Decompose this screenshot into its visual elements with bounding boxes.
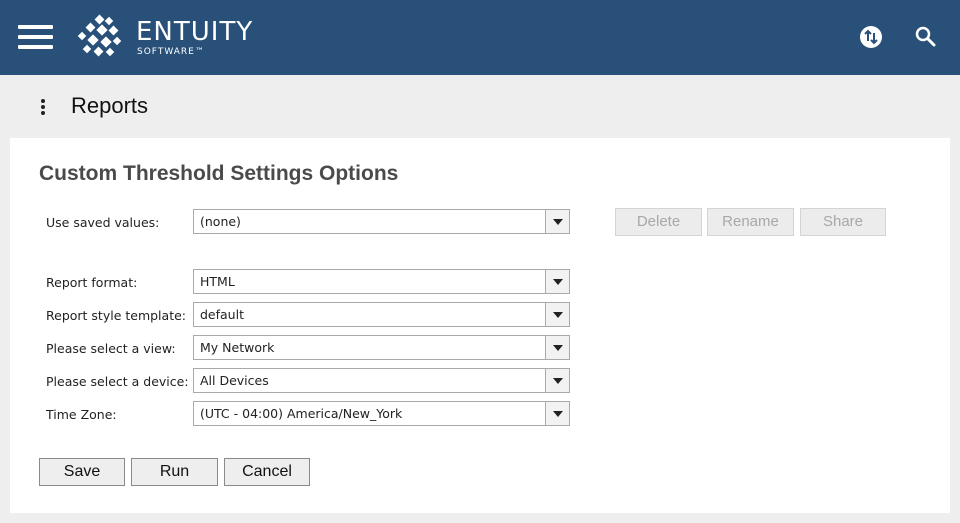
run-button[interactable]: Run [131,458,218,486]
saved-values-label: Use saved values: [46,215,160,230]
time-zone-select[interactable]: (UTC - 04:00) America/New_York [193,401,570,426]
view-label: Please select a view: [46,341,176,356]
report-format-select[interactable]: HTML [193,269,570,294]
chevron-down-icon[interactable] [545,402,569,425]
report-style-value: default [200,307,244,322]
device-label: Please select a device: [46,374,189,389]
share-button[interactable]: Share [800,208,886,236]
brand-name: ENTUITY [136,17,254,47]
report-format-label: Report format: [46,275,138,290]
hamburger-menu-icon[interactable] [18,25,53,49]
chevron-down-icon[interactable] [545,210,569,233]
chevron-down-icon[interactable] [545,270,569,293]
form-card: Custom Threshold Settings Options Use sa… [10,138,950,513]
top-bar: ENTUITY SOFTWARE™ [0,0,960,75]
view-select[interactable]: My Network [193,335,570,360]
chevron-down-icon[interactable] [545,336,569,359]
page-title: Reports [71,93,149,118]
cancel-button[interactable]: Cancel [224,458,310,486]
saved-values-select[interactable]: (none) [193,209,570,234]
form-title: Custom Threshold Settings Options [39,162,399,185]
report-style-select[interactable]: default [193,302,570,327]
sync-icon[interactable] [858,24,884,50]
device-value: All Devices [200,373,269,388]
page-footer-strip [0,513,960,523]
report-style-label: Report style template: [46,308,186,323]
delete-button[interactable]: Delete [615,208,702,236]
kebab-menu-icon[interactable] [38,96,48,118]
rename-button[interactable]: Rename [707,208,794,236]
view-value: My Network [200,340,275,355]
entuity-logo[interactable]: ENTUITY SOFTWARE™ [76,14,266,60]
time-zone-value: (UTC - 04:00) America/New_York [200,406,403,421]
search-icon[interactable] [913,24,939,50]
time-zone-label: Time Zone: [46,407,117,422]
chevron-down-icon[interactable] [545,303,569,326]
save-button[interactable]: Save [39,458,125,486]
brand-subtitle: SOFTWARE™ [137,47,205,57]
device-select[interactable]: All Devices [193,368,570,393]
report-format-value: HTML [200,274,235,289]
saved-values-value: (none) [200,214,241,229]
chevron-down-icon[interactable] [545,369,569,392]
logo-mark-icon [77,14,122,57]
